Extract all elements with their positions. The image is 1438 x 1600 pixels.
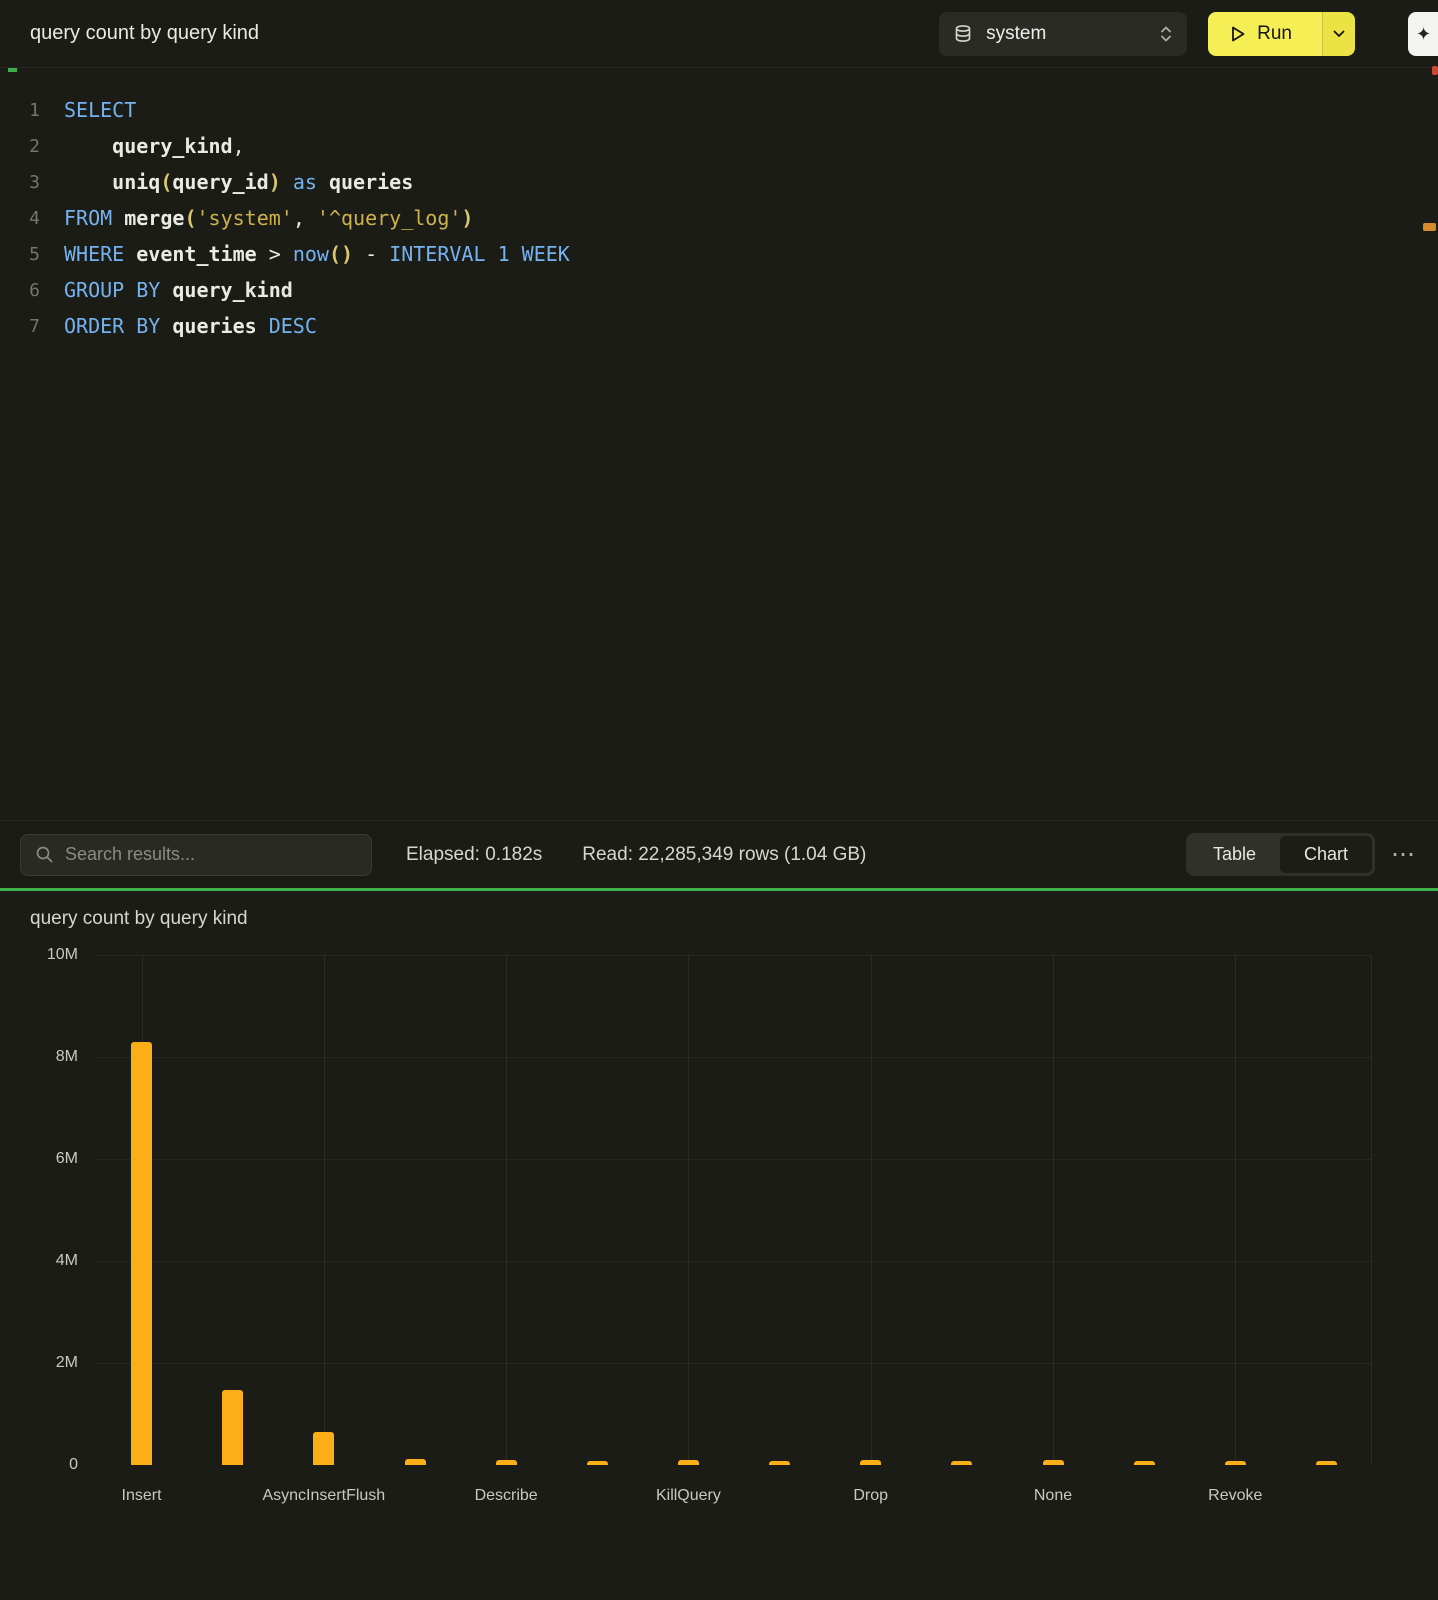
- gridline-horizontal: [96, 1261, 1372, 1262]
- bar: [951, 1461, 972, 1465]
- play-icon: [1230, 25, 1246, 43]
- code-text: uniq(query_id) as queries: [64, 170, 413, 194]
- x-axis-tick-label: Drop: [853, 1487, 888, 1505]
- line-number: 5: [0, 244, 40, 265]
- bar: [1043, 1460, 1064, 1465]
- x-axis-tick-label: Describe: [475, 1487, 538, 1505]
- line-number: 2: [0, 136, 40, 157]
- query-title: query count by query kind: [30, 22, 259, 45]
- scrollbar-error-marker: [1432, 66, 1438, 75]
- bar: [313, 1432, 334, 1465]
- bar: [222, 1390, 243, 1465]
- code-text: ORDER BY queries DESC: [64, 314, 317, 338]
- run-button[interactable]: Run: [1208, 12, 1322, 56]
- code-text: SELECT: [64, 98, 136, 122]
- line-number: 3: [0, 172, 40, 193]
- run-options-button[interactable]: [1322, 12, 1355, 56]
- y-axis-tick-label: 6M: [0, 1149, 78, 1169]
- editor-green-tick-decoration: [8, 68, 17, 72]
- bar: [1134, 1461, 1155, 1465]
- code-line[interactable]: 4 FROM merge('system', '^query_log'): [0, 200, 1438, 236]
- bar: [1316, 1461, 1337, 1465]
- tab-chart[interactable]: Chart: [1280, 836, 1372, 873]
- top-bar: query count by query kind system: [0, 0, 1438, 68]
- code-text: GROUP BY query_kind: [64, 278, 293, 302]
- x-axis-tick-label: None: [1034, 1487, 1072, 1505]
- database-icon: [953, 24, 973, 44]
- code-lines: 1SELECT2 query_kind,3 uniq(query_id) as …: [0, 92, 1438, 344]
- gridline-vertical: [871, 955, 872, 1465]
- y-axis-tick-label: 4M: [0, 1251, 78, 1271]
- x-axis-tick-label: Insert: [122, 1487, 162, 1505]
- bar: [131, 1042, 152, 1465]
- bar: [496, 1460, 517, 1465]
- run-split-button: Run: [1208, 12, 1355, 56]
- y-axis-tick-label: 2M: [0, 1353, 78, 1373]
- tab-table[interactable]: Table: [1189, 836, 1280, 873]
- x-axis-tick-label: AsyncInsertFlush: [262, 1487, 385, 1505]
- gridline-horizontal: [96, 1057, 1372, 1058]
- code-line[interactable]: 1 SELECT: [0, 92, 1438, 128]
- bar: [678, 1460, 699, 1465]
- line-number: 6: [0, 280, 40, 301]
- code-text: WHERE event_time > now() - INTERVAL 1 WE…: [64, 242, 570, 266]
- gridline-horizontal: [96, 1363, 1372, 1364]
- top-bar-actions: system Run: [939, 12, 1438, 56]
- chart-panel: query count by query kind 10M 8M 6M 4M 2M 0 In…: [0, 891, 1438, 1600]
- bar: [405, 1459, 426, 1465]
- gridline-vertical: [1371, 955, 1372, 1465]
- code-line[interactable]: 3 uniq(query_id) as queries: [0, 164, 1438, 200]
- gridline-vertical: [1235, 955, 1236, 1465]
- gridline-horizontal: [96, 1159, 1372, 1160]
- search-icon: [35, 845, 54, 864]
- database-selector[interactable]: system: [939, 12, 1187, 56]
- elapsed-stat: Elapsed: 0.182s: [406, 844, 542, 866]
- gridline-horizontal: [96, 955, 1372, 956]
- database-selector-value: system: [986, 23, 1146, 45]
- chart-plot: [96, 955, 1372, 1465]
- sql-editor[interactable]: 1SELECT2 query_kind,3 uniq(query_id) as …: [0, 68, 1438, 820]
- code-line[interactable]: 6 GROUP BY query_kind: [0, 272, 1438, 308]
- gridline-vertical: [506, 955, 507, 1465]
- run-button-label: Run: [1257, 23, 1292, 45]
- chart-title: query count by query kind: [0, 891, 1438, 930]
- y-axis-tick-label: 0: [0, 1455, 78, 1475]
- gridline-vertical: [324, 955, 325, 1465]
- line-number: 4: [0, 208, 40, 229]
- chevron-down-icon: [1333, 30, 1345, 38]
- line-number: 1: [0, 100, 40, 121]
- code-line[interactable]: 2 query_kind,: [0, 128, 1438, 164]
- y-axis-tick-label: 10M: [0, 945, 78, 965]
- scrollbar-warning-marker: [1423, 223, 1436, 231]
- bar: [769, 1461, 790, 1465]
- sparkle-icon: ✦: [1416, 24, 1431, 45]
- code-text: FROM merge('system', '^query_log'): [64, 206, 473, 230]
- code-text: query_kind,: [64, 134, 245, 158]
- gridline-vertical: [1053, 955, 1054, 1465]
- y-axis-tick-label: 8M: [0, 1047, 78, 1067]
- x-axis-tick-label: Revoke: [1208, 1487, 1262, 1505]
- search-input[interactable]: [65, 844, 357, 865]
- partially-visible-button[interactable]: ✦: [1408, 12, 1438, 56]
- chart-area: 10M8M6M4M2M0InsertAsyncInsertFlushDescri…: [0, 955, 1438, 1565]
- bar: [860, 1460, 881, 1465]
- line-number: 7: [0, 316, 40, 337]
- more-options-button[interactable]: ⋯: [1391, 843, 1416, 867]
- search-box[interactable]: [20, 834, 372, 876]
- gridline-vertical: [688, 955, 689, 1465]
- x-axis-tick-label: KillQuery: [656, 1487, 721, 1505]
- results-toolbar: Elapsed: 0.182s Read: 22,285,349 rows (1…: [0, 820, 1438, 888]
- chevron-up-down-icon: [1159, 24, 1173, 44]
- read-stat: Read: 22,285,349 rows (1.04 GB): [582, 844, 866, 866]
- code-line[interactable]: 7 ORDER BY queries DESC: [0, 308, 1438, 344]
- bar: [587, 1461, 608, 1465]
- code-line[interactable]: 5 WHERE event_time > now() - INTERVAL 1 W…: [0, 236, 1438, 272]
- bar: [1225, 1461, 1246, 1465]
- view-toggle: Table Chart: [1186, 833, 1375, 876]
